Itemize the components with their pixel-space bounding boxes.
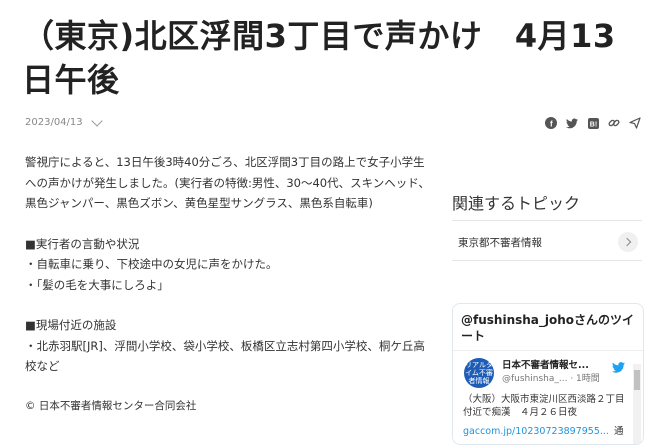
share-bar: f B!: [545, 117, 641, 129]
article-paragraph: ■現場付近の施設 ・北赤羽駅[JR]、浮間小学校、袋小学校、板橋区立志村第四小学…: [25, 318, 425, 373]
twitter-widget[interactable]: @fushinsha_johoさんのツイート リアルタイム不審者情報 日本不審者…: [452, 303, 644, 445]
tweet-author-name[interactable]: 日本不審者情報セ...: [502, 357, 602, 371]
article-meta: 2023/04/13: [25, 114, 103, 128]
twitter-icon[interactable]: [566, 117, 578, 129]
avatar[interactable]: リアルタイム不審者情報: [464, 358, 494, 388]
tweet[interactable]: リアルタイム不審者情報 日本不審者情報セ... @fushinsha_... ·…: [453, 351, 643, 444]
hatena-icon[interactable]: B!: [587, 117, 599, 129]
chevron-down-icon[interactable]: [90, 114, 103, 127]
article-paragraph: ■実行者の言動や状況 ・自転車に乗り、下校途中の女児に声をかけた。 ・「髪の毛を…: [25, 236, 278, 292]
copyright: © 日本不審者情報センター合同会社: [25, 400, 197, 412]
topic-item[interactable]: 東京都不審者情報: [452, 224, 642, 261]
twitter-bird-icon[interactable]: [612, 358, 625, 377]
facebook-icon[interactable]: f: [545, 117, 557, 129]
svg-text:B!: B!: [589, 121, 596, 128]
article-title: （東京)北区浮間3丁目で声かけ 4月13日午後: [22, 17, 616, 99]
tweet-author-handle: @fushinsha_... · 1時間: [502, 374, 600, 384]
related-topics-heading: 関連するトピック: [452, 194, 581, 213]
tweet-link[interactable]: gaccom.jp/10230723897955...: [463, 426, 609, 437]
article-date: 2023/04/13: [25, 117, 83, 128]
divider: [452, 220, 642, 221]
svg-text:f: f: [550, 119, 553, 128]
tweet-text: （大阪）大阪市東淀川区西淡路２丁目付近で痴漢 ４月２６日夜: [463, 394, 625, 418]
topic-label: 東京都不審者情報: [458, 236, 542, 249]
article-paragraph: 警視庁によると、13日午後3時40分ごろ、北区浮間3丁目の路上で女子小学生への声…: [25, 155, 430, 210]
scrollbar-thumb[interactable]: [634, 370, 640, 390]
send-icon[interactable]: [629, 117, 641, 129]
article-body: 警視庁によると、13日午後3時40分ごろ、北区浮間3丁目の路上で女子小学生への声…: [25, 152, 435, 397]
link-icon[interactable]: [608, 117, 620, 129]
twitter-widget-title[interactable]: @fushinsha_johoさんのツイート: [453, 304, 643, 351]
chevron-right-icon: [618, 232, 638, 252]
